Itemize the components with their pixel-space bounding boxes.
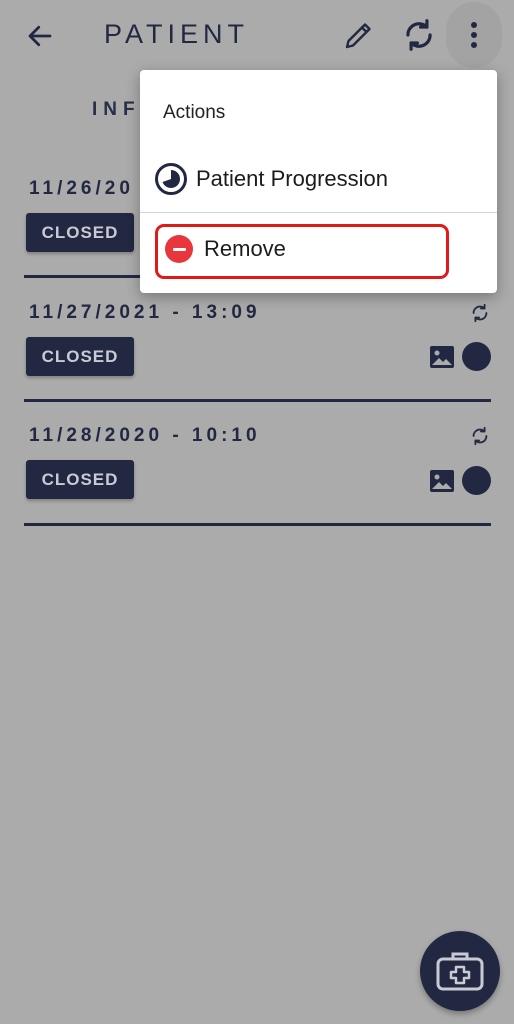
menu-item-remove[interactable]: Remove xyxy=(154,222,450,276)
page-title: PATIENT xyxy=(104,19,250,49)
menu-divider xyxy=(140,212,497,213)
more-options-button[interactable] xyxy=(446,2,502,68)
image-icon[interactable] xyxy=(429,469,455,493)
arrow-left-icon xyxy=(28,25,52,47)
menu-item-patient-progression[interactable]: Patient Progression xyxy=(154,152,450,206)
record-sync-button[interactable] xyxy=(468,424,492,448)
record-date: 11/26/20 xyxy=(29,178,134,199)
app-bar: PATIENT xyxy=(0,0,514,72)
menu-item-label: Patient Progression xyxy=(196,166,388,191)
more-vertical-icon xyxy=(471,22,477,48)
status-badge: CLOSED xyxy=(26,213,134,252)
record-sync-button[interactable] xyxy=(468,301,492,325)
sync-icon xyxy=(472,303,488,323)
add-medical-fab[interactable] xyxy=(420,931,500,1011)
progression-icon xyxy=(155,163,187,195)
record-date: 11/28/2020 - 10:10 xyxy=(29,425,261,446)
sync-icon xyxy=(472,426,488,446)
sync-icon xyxy=(406,19,432,51)
back-button[interactable] xyxy=(20,16,60,56)
image-icon[interactable] xyxy=(429,345,455,369)
record-item[interactable]: 11/27/2021 - 13:09 CLOSED xyxy=(24,278,491,402)
status-badge: CLOSED xyxy=(26,460,134,499)
record-date: 11/27/2021 - 13:09 xyxy=(29,302,261,323)
status-badge: CLOSED xyxy=(26,337,134,376)
menu-heading: Actions xyxy=(163,102,226,123)
medical-kit-icon xyxy=(436,952,484,991)
status-dot xyxy=(462,466,491,495)
record-item[interactable]: 11/28/2020 - 10:10 CLOSED xyxy=(24,402,491,526)
actions-menu: Actions Patient Progression Remove xyxy=(140,70,497,293)
remove-icon xyxy=(165,235,193,263)
tab-info[interactable]: INF xyxy=(92,99,141,121)
pencil-icon xyxy=(345,23,371,49)
sync-button[interactable] xyxy=(398,14,440,56)
edit-button[interactable] xyxy=(338,14,380,56)
menu-item-label: Remove xyxy=(204,236,286,261)
status-dot xyxy=(462,342,491,371)
